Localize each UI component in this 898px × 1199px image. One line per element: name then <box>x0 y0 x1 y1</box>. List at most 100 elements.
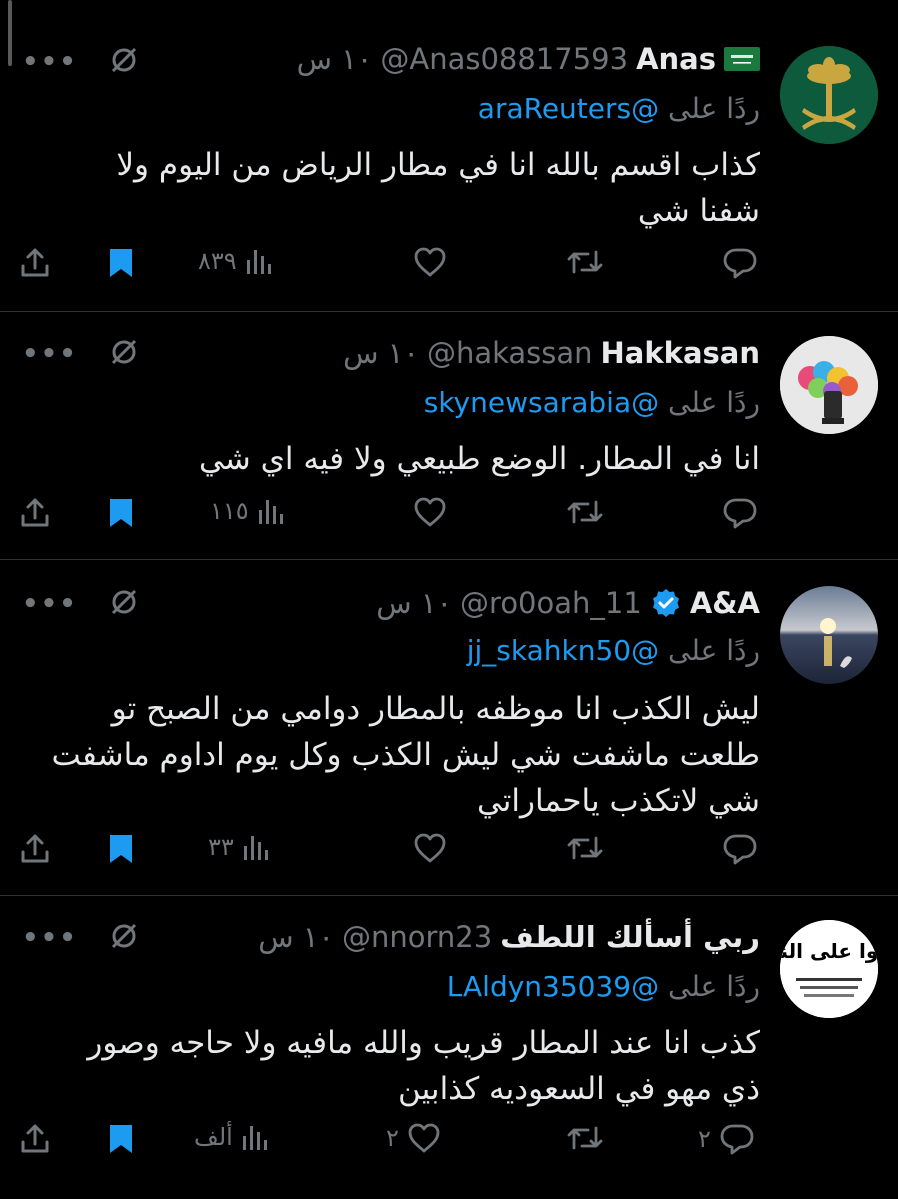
display-name[interactable]: Anas <box>636 42 716 76</box>
share-icon <box>21 248 49 277</box>
action-bar: ألف ٢ ٢ <box>18 1122 758 1162</box>
reply-icon <box>720 1124 754 1155</box>
reply-mention[interactable]: @skynewsarabia <box>424 386 659 419</box>
tweet-1[interactable]: Anas @Anas08817593 ١٠ س ••• ردًا على @ar… <box>0 0 898 312</box>
share-button[interactable] <box>18 1122 52 1156</box>
views-button[interactable]: ٨٣٩ <box>198 246 273 276</box>
tweet-3[interactable]: A&A @ro0oah_11 ١٠ س ••• ردًا على @jj_ska… <box>0 560 898 896</box>
bookmark-button[interactable] <box>106 496 136 530</box>
likes-count: ٢ <box>386 1124 399 1152</box>
display-name[interactable]: Hakkasan <box>601 336 760 370</box>
bookmark-icon <box>110 1125 132 1153</box>
more-icon[interactable]: ••• <box>22 339 78 369</box>
action-bar: ١١٥ <box>18 496 758 536</box>
reply-prefix: ردًا على <box>668 386 760 419</box>
more-icon[interactable]: ••• <box>22 923 78 953</box>
views-icon <box>243 836 268 860</box>
avatar-image <box>780 336 878 434</box>
handle[interactable]: @nnorn23 <box>342 920 492 954</box>
timestamp[interactable]: ١٠ س <box>297 42 373 76</box>
verified-icon <box>650 587 682 619</box>
grok-icon[interactable] <box>108 586 140 622</box>
handle[interactable]: @Anas08817593 <box>380 42 628 76</box>
bookmark-button[interactable] <box>106 246 136 280</box>
views-icon <box>246 250 271 274</box>
views-icon <box>242 1126 267 1150</box>
share-button[interactable] <box>18 832 52 866</box>
saudi-flag-icon <box>724 47 760 71</box>
more-icon[interactable]: ••• <box>22 589 78 619</box>
bookmark-icon <box>110 499 132 527</box>
share-icon <box>21 834 49 863</box>
reply-context: ردًا على @jj_skahkn50 <box>467 634 760 667</box>
views-count: ١١٥ <box>210 497 249 525</box>
grok-icon[interactable] <box>108 920 140 956</box>
reply-context: ردًا على @skynewsarabia <box>424 386 760 419</box>
display-name[interactable]: ربي أسألك اللطف <box>500 920 760 954</box>
handle[interactable]: @ro0oah_11 <box>460 586 642 620</box>
like-icon <box>414 833 446 863</box>
reply-context: ردًا على @araReuters <box>478 92 760 125</box>
views-icon <box>258 500 283 524</box>
tweet-2[interactable]: Hakkasan @hakassan ١٠ س ••• ردًا على @sk… <box>0 312 898 560</box>
like-icon <box>408 1123 440 1153</box>
avatar[interactable] <box>780 336 878 434</box>
share-button[interactable] <box>18 246 52 280</box>
saudi-emblem-icon <box>780 46 878 144</box>
retweet-button[interactable] <box>566 1122 612 1154</box>
replies-count: ٢ <box>698 1125 711 1153</box>
tweet-4[interactable]: صلوا على النبي ربي أسألك اللطف @nnorn23 … <box>0 896 898 1199</box>
avatar[interactable] <box>780 46 878 144</box>
views-button[interactable]: ١١٥ <box>210 496 285 526</box>
tweet-text: ليش الكذب انا موظفه بالمطار دوامي من الص… <box>51 691 760 819</box>
grok-icon[interactable] <box>108 44 140 80</box>
tweet-text: انا في المطار. الوضع طبيعي ولا فيه اي شي <box>198 441 760 477</box>
reply-mention[interactable]: @jj_skahkn50 <box>467 634 659 667</box>
like-button[interactable] <box>413 246 455 278</box>
avatar[interactable] <box>780 586 878 684</box>
tweet-text: كذب انا عند المطار قريب والله مافيه ولا … <box>87 1025 760 1107</box>
reply-mention[interactable]: @araReuters <box>478 92 659 125</box>
reply-button[interactable] <box>722 496 766 530</box>
reply-prefix: ردًا على <box>668 634 760 667</box>
share-icon <box>21 498 49 527</box>
reply-mention[interactable]: @LAldyn35039 <box>447 970 659 1003</box>
reply-button[interactable] <box>722 832 766 866</box>
retweet-button[interactable] <box>566 832 612 864</box>
handle[interactable]: @hakassan <box>427 336 593 370</box>
more-icon[interactable]: ••• <box>22 47 78 77</box>
bookmark-button[interactable] <box>106 1122 136 1156</box>
bookmark-icon <box>110 835 132 863</box>
like-button[interactable]: ٢ <box>386 1122 441 1154</box>
retweet-button[interactable] <box>566 496 612 528</box>
like-button[interactable] <box>413 496 455 528</box>
bookmark-icon <box>110 249 132 277</box>
timestamp[interactable]: ١٠ س <box>343 336 419 370</box>
timestamp[interactable]: ١٠ س <box>376 586 452 620</box>
views-button[interactable]: ألف <box>194 1122 269 1152</box>
retweet-icon <box>567 500 603 524</box>
avatar[interactable]: صلوا على النبي <box>780 920 878 1018</box>
reply-button[interactable]: ٢ <box>698 1122 755 1156</box>
reply-button[interactable] <box>722 246 766 280</box>
like-button[interactable] <box>413 832 455 864</box>
share-icon <box>21 1124 49 1153</box>
retweet-icon <box>567 1126 603 1150</box>
retweet-button[interactable] <box>566 246 612 278</box>
views-button[interactable]: ٣٣ <box>208 832 270 862</box>
like-icon <box>414 247 446 277</box>
display-name[interactable]: A&A <box>690 586 760 620</box>
timestamp[interactable]: ١٠ س <box>258 920 334 954</box>
views-count: ٣٣ <box>208 833 234 861</box>
grok-icon[interactable] <box>108 336 140 372</box>
avatar-image: صلوا على النبي <box>780 920 878 1018</box>
views-count: ألف <box>194 1123 233 1151</box>
share-button[interactable] <box>18 496 52 530</box>
reply-icon <box>723 834 757 865</box>
tweet-text: كذاب اقسم بالله انا في مطار الرياض من ال… <box>116 147 760 229</box>
reply-icon <box>723 498 757 529</box>
reply-context: ردًا على @LAldyn35039 <box>447 970 760 1003</box>
bookmark-button[interactable] <box>106 832 136 866</box>
action-bar: ٣٣ <box>18 832 758 872</box>
reply-prefix: ردًا على <box>668 970 760 1003</box>
